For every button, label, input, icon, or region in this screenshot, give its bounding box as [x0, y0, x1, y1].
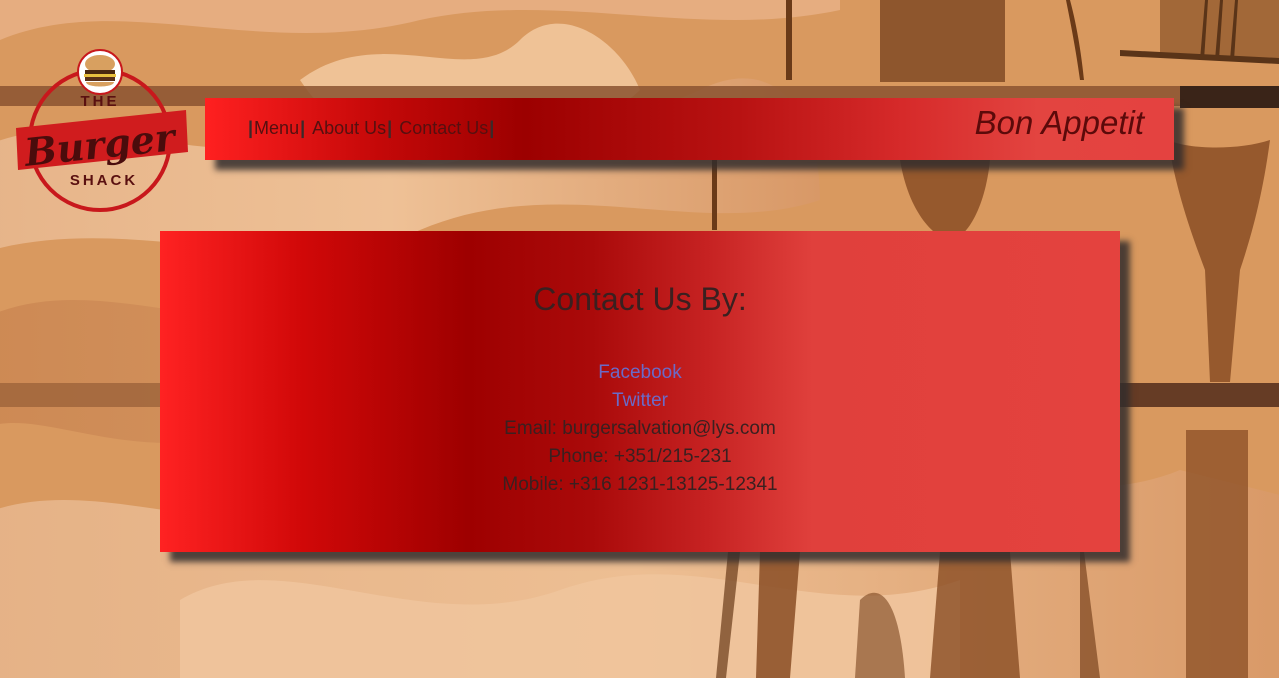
- nav-separator: |: [387, 118, 393, 138]
- nav-link-about-us[interactable]: About Us: [312, 118, 386, 139]
- phone-text: Phone: +351/215-231: [548, 446, 732, 467]
- twitter-link[interactable]: Twitter: [160, 387, 1120, 415]
- logo-the-text: THE: [81, 93, 120, 110]
- nav-links: | Menu | About Us | Contact Us |: [247, 118, 501, 139]
- page-title: Contact Us By:: [533, 281, 747, 317]
- tagline: Bon Appetit: [974, 104, 1144, 141]
- email-text: Email: burgersalvation@lys.com: [504, 418, 776, 439]
- logo-shack-text: SHACK: [70, 172, 138, 189]
- nav-separator: |: [489, 118, 495, 138]
- burger-shack-logo[interactable]: THE Burger SHACK: [12, 48, 190, 216]
- mobile-text: Mobile: +316 1231-13125-12341: [502, 474, 778, 495]
- nav-link-menu[interactable]: Menu: [254, 118, 299, 139]
- facebook-link[interactable]: Facebook: [160, 359, 1120, 387]
- contact-list: Facebook Twitter Email: burgersalvation@…: [160, 359, 1120, 499]
- contact-panel: Contact Us By: Facebook Twitter Email: b…: [160, 231, 1120, 552]
- nav-link-contact-us[interactable]: Contact Us: [399, 118, 488, 139]
- top-navigation-bar: | Menu | About Us | Contact Us | Bon App…: [205, 98, 1174, 160]
- nav-separator: |: [300, 118, 306, 138]
- logo-burger-text: Burger: [21, 114, 179, 175]
- nav-separator: |: [248, 118, 254, 138]
